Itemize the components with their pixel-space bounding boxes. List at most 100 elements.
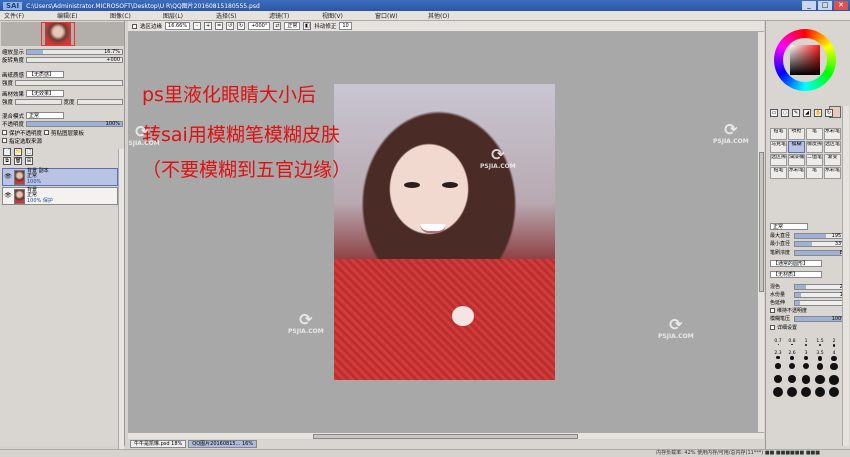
clipping-mask-checkbox[interactable] [44,130,50,135]
brush-size-preset[interactable] [800,387,812,397]
brush-tool[interactable]: 水彩笔 [824,167,841,179]
lasso-icon[interactable]: ◌ [781,109,789,117]
brush-size-preset[interactable] [814,363,826,373]
brush-size-preset[interactable] [814,375,826,385]
detail-settings-checkbox[interactable] [770,325,775,330]
blur-pressure-slider[interactable]: 100% [794,315,848,322]
brush-size-preset[interactable]: 3 [800,351,812,361]
zoom-combo[interactable]: 16.66% [165,22,191,30]
keep-opacity-checkbox[interactable] [770,308,775,313]
rotate-view-icon[interactable]: ↻ [825,109,833,117]
brush-tool[interactable]: 马克笔 [770,141,787,153]
magic-wand-icon[interactable]: ✎ [792,109,800,117]
close-button[interactable]: ✕ [834,1,848,10]
brush-size-preset[interactable] [800,375,812,385]
brush-size-preset[interactable] [786,375,798,385]
brush-tool[interactable]: 二值笔 [806,154,823,166]
menu-filter[interactable]: 滤镜(T) [265,11,318,20]
paper-texture-select[interactable]: 【无质感】 [26,71,65,78]
brush-size-preset[interactable]: 2 [828,339,840,349]
new-folder-icon[interactable]: 📁 [14,148,22,156]
brush-size-preset[interactable] [772,375,784,385]
menu-other[interactable]: 其他(O) [424,11,477,20]
brush-tool[interactable]: 笔 [806,128,823,140]
new-linework-layer-icon[interactable]: 🗋 [25,148,33,156]
brush-tool[interactable]: 铅笔 [770,167,787,179]
menu-file[interactable]: 文件(F) [0,11,53,20]
canvas-horizontal-scroll-thumb[interactable] [313,434,578,439]
brush-tool[interactable]: 笔 [806,167,823,179]
menu-select[interactable]: 选择(S) [212,11,265,20]
brush-tool[interactable]: 选区笔 [824,141,841,153]
menu-window[interactable]: 窗口(W) [371,11,424,20]
brush-size-preset[interactable] [772,363,784,373]
color-saturation-square[interactable] [790,45,820,75]
blending-slider[interactable]: 21 [794,283,848,290]
navigator-preview[interactable] [1,22,124,46]
max-size-slider[interactable]: 195.0 [794,232,848,239]
layer-item-background[interactable]: 👁 背景 正常 100% 保护 [2,187,118,205]
hand-icon[interactable]: ✋ [814,109,822,117]
brush-blend-select[interactable]: 正常 [770,223,808,230]
opacity-slider[interactable]: 100% [26,120,123,127]
brush-tool[interactable]: 喷枪 [788,128,805,140]
preserve-opacity-checkbox[interactable] [2,130,7,135]
eye-icon[interactable]: 👁 [4,173,12,181]
brush-tool[interactable]: 水彩笔 [824,128,841,140]
min-size-slider[interactable]: 33% [794,240,848,247]
brush-size-preset[interactable] [828,363,840,373]
canvas-area[interactable]: ps里液化眼睛大小后 转sai用模糊笔模糊皮肤 （不要模糊到五官边缘） ⟳PSJ… [128,32,764,432]
density-slider[interactable]: 89 [794,249,848,256]
canvas-vertical-scrollbar[interactable] [757,32,764,432]
preview-button[interactable]: ◧ [303,22,312,30]
brush-tool[interactable]: 渐变 [824,154,841,166]
brush-size-preset[interactable] [772,387,784,397]
maximize-button[interactable]: □ [818,1,832,10]
canvas-vertical-scroll-thumb[interactable] [759,152,764,292]
brush-size-preset[interactable] [786,363,798,373]
stabilizer-combo[interactable]: 10 [339,22,352,30]
duplicate-layer-icon[interactable]: ⧉ [3,157,11,165]
brush-size-preset[interactable]: 4 [828,351,840,362]
new-layer-icon[interactable]: 📄 [3,148,11,156]
menu-layer[interactable]: 图层(L) [159,11,212,20]
brush-size-preset[interactable] [800,363,812,373]
brush-size-preset[interactable]: 2.3 [772,351,784,361]
brush-tool[interactable]: 橡皮擦 [806,141,823,153]
color-wheel[interactable] [774,29,836,91]
rotate-slider[interactable]: +000 [26,56,123,63]
brush-size-preset[interactable] [786,387,798,397]
menu-edit[interactable]: 编辑(E) [53,11,106,20]
effect-strength-slider[interactable] [15,98,62,105]
merge-layer-icon[interactable]: ⊞ [25,157,33,165]
delete-layer-icon[interactable]: 🗑 [14,157,22,165]
antialias-checkbox[interactable] [132,23,137,29]
color-picker-icon[interactable]: ◢ [803,109,811,117]
effect-width-slider[interactable] [76,98,123,105]
brush-size-preset[interactable]: 3.5 [814,351,826,361]
blend-mode-select[interactable]: 正常 [26,112,65,119]
brush-texture-select[interactable]: 【无材质】 [770,271,822,278]
persistence-slider[interactable]: 9 [794,299,848,306]
layer-list-scrollbar[interactable] [118,149,124,449]
brush-tool[interactable]: 选区擦 [770,154,787,166]
brush-size-preset[interactable]: 0.8 [786,339,798,349]
select-rect-icon[interactable]: ▭ [770,109,778,117]
layer-item-background-copy[interactable]: 👁 背景 副本 正常 100% [2,168,118,186]
eye-icon[interactable]: 👁 [4,192,12,200]
brush-size-preset[interactable]: 1.5 [814,339,826,349]
paper-effect-select[interactable]: 【无效果】 [26,90,65,97]
brush-size-preset[interactable] [828,387,840,397]
zoom-in-button[interactable]: + [204,22,213,30]
zoom-out-button[interactable]: - [193,22,202,30]
menu-image[interactable]: 图像(C) [106,11,159,20]
brush-tool[interactable]: 铅笔 [770,128,787,140]
brush-size-preset[interactable]: 2.6 [786,351,798,361]
rotate-right-button[interactable]: ↻ [237,22,246,30]
dilution-slider[interactable]: 11 [794,291,848,298]
selection-source-checkbox[interactable] [2,138,7,143]
brush-tool[interactable]: 油漆桶 [788,154,805,166]
rotate-combo[interactable]: +000° [248,22,271,30]
brush-tool-selected[interactable]: 模糊 [788,141,805,153]
document-image[interactable] [334,84,555,380]
